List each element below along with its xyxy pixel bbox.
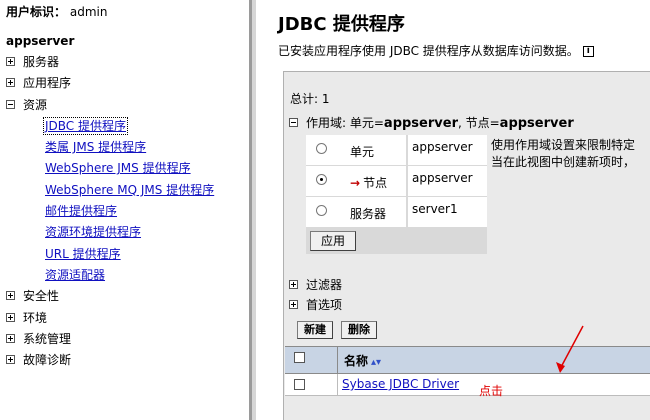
nav-tree: 服务器 应用程序 资源 JDBC 提供程序 类属 JMS 提供程序 WebSph…: [6, 52, 214, 371]
tree-item-troubleshooting[interactable]: 故障诊断: [6, 350, 214, 371]
scope-option: 服务器: [306, 197, 406, 227]
server-name: appserver: [6, 34, 75, 48]
select-all-cell: [285, 347, 338, 374]
nav-link[interactable]: WebSphere JMS 提供程序: [45, 161, 191, 175]
content-pane: JDBC 提供程序 已安装应用程序使用 JDBC 提供程序从数据库访问数据。 i …: [256, 0, 650, 420]
scope-row-node: → 节点 appserver: [306, 166, 487, 197]
nav-link[interactable]: 邮件提供程序: [45, 204, 117, 218]
expand-icon[interactable]: [289, 280, 298, 289]
tree-item-label[interactable]: 应用程序: [23, 76, 71, 90]
delete-button[interactable]: 删除: [341, 321, 377, 339]
nav-link[interactable]: WebSphere MQ JMS 提供程序: [45, 183, 214, 197]
name-column-header[interactable]: 名称 ▴▾: [344, 352, 381, 369]
scope-table: 单元 appserver →节点 appserver 服务器 server1: [306, 135, 487, 254]
scope-node: appserver: [499, 116, 574, 131]
new-button[interactable]: 新建: [297, 321, 333, 339]
select-all-checkbox[interactable]: [294, 352, 305, 363]
expand-icon[interactable]: [289, 300, 298, 309]
scope-option: 单元: [306, 135, 406, 165]
total-count: 总计: 1: [290, 92, 330, 106]
tree-item-label[interactable]: 系统管理: [23, 332, 71, 346]
scope-header[interactable]: 作用域: 单元=appserver, 节点=appserver: [289, 114, 574, 131]
tree-item-applications[interactable]: 应用程序: [6, 73, 214, 94]
tree-item-label[interactable]: 服务器: [23, 55, 59, 69]
sort-icon[interactable]: ▴▾: [371, 357, 381, 368]
apply-area: 应用: [306, 228, 487, 254]
row-select-cell: [285, 374, 338, 395]
tree-item-label[interactable]: 安全性: [23, 289, 59, 303]
scope-option-value: appserver: [408, 135, 487, 165]
tree-item-system-admin[interactable]: 系统管理: [6, 329, 214, 350]
nav-link-jdbc-providers[interactable]: JDBC 提供程序: [6, 116, 214, 137]
tree-item-label[interactable]: 故障诊断: [23, 353, 71, 367]
navigation-pane: 用户标识： admin appserver 服务器 应用程序 资源 JDBC 提…: [0, 0, 249, 420]
preferences-label[interactable]: 首选项: [306, 298, 342, 312]
expand-icon[interactable]: [6, 57, 15, 66]
tree-item-environment[interactable]: 环境: [6, 308, 214, 329]
expand-icon[interactable]: [6, 312, 15, 322]
arrow-right-icon: →: [350, 176, 361, 190]
filters-toggle[interactable]: 过滤器: [289, 276, 342, 293]
scope-row-server: 服务器 server1: [306, 197, 487, 228]
nav-link[interactable]: 资源适配器: [45, 268, 105, 282]
collapse-icon[interactable]: [289, 118, 298, 127]
filters-label[interactable]: 过滤器: [306, 278, 342, 292]
user-id-label: 用户标识：: [6, 5, 67, 19]
scope-row-cell: 单元 appserver: [306, 135, 487, 166]
scope-option-text: 节点: [363, 176, 388, 190]
page-title: JDBC 提供程序: [278, 14, 405, 35]
expand-icon[interactable]: [6, 355, 15, 365]
scope-cell: appserver: [383, 116, 458, 131]
nav-link-generic-jms[interactable]: 类属 JMS 提供程序: [6, 137, 214, 158]
user-name: admin: [69, 5, 108, 19]
expand-icon[interactable]: [6, 78, 15, 88]
tree-item-label[interactable]: 资源: [23, 98, 47, 112]
nav-link[interactable]: JDBC 提供程序: [43, 116, 128, 135]
nav-link-websphere-mq-jms[interactable]: WebSphere MQ JMS 提供程序: [6, 180, 214, 201]
annotation-label: 点击: [479, 384, 504, 398]
scope-option-value: appserver: [408, 166, 487, 196]
collection-panel: 总计: 1 作用域: 单元=appserver, 节点=appserver 单元…: [283, 71, 650, 420]
nav-link[interactable]: URL 提供程序: [45, 247, 121, 261]
scope-mid: , 节点=: [457, 116, 500, 130]
page-description: 已安装应用程序使用 JDBC 提供程序从数据库访问数据。 i: [278, 42, 594, 59]
tree-item-servers[interactable]: 服务器: [6, 52, 214, 73]
provider-link[interactable]: Sybase JDBC Driver: [342, 377, 459, 391]
nav-link[interactable]: 资源环境提供程序: [45, 225, 141, 239]
nav-link-resource-adapters[interactable]: 资源适配器: [6, 265, 214, 286]
scope-radio-node[interactable]: [316, 174, 327, 185]
scope-help-line: 使用作用域设置来限制特定: [491, 138, 636, 152]
tree-item-security[interactable]: 安全性: [6, 286, 214, 307]
table-header: 名称 ▴▾: [285, 346, 650, 374]
scope-prefix: 作用域: 单元=: [306, 116, 384, 130]
nav-link-mail-providers[interactable]: 邮件提供程序: [6, 201, 214, 222]
scope-help-text: 使用作用域设置来限制特定 当在此视图中创建新项时，: [491, 137, 635, 171]
nav-link-websphere-jms[interactable]: WebSphere JMS 提供程序: [6, 158, 214, 179]
expand-icon[interactable]: [6, 333, 15, 343]
scope-option: → 节点: [306, 166, 406, 196]
description-text: 已安装应用程序使用 JDBC 提供程序从数据库访问数据。: [278, 44, 579, 58]
name-header-label[interactable]: 名称: [344, 354, 368, 368]
nav-link-resource-env[interactable]: 资源环境提供程序: [6, 222, 214, 243]
scope-help-line: 当在此视图中创建新项时，: [491, 155, 636, 169]
nav-link-url-providers[interactable]: URL 提供程序: [6, 244, 214, 265]
scope-option-label: 服务器: [350, 207, 387, 221]
preferences-toggle[interactable]: 首选项: [289, 296, 342, 313]
apply-button[interactable]: 应用: [310, 231, 356, 251]
scope-option-label: → 节点: [350, 174, 387, 191]
expand-icon[interactable]: [6, 291, 15, 301]
scope-radio-server[interactable]: [316, 205, 327, 216]
collapse-icon[interactable]: [6, 99, 15, 109]
scope-option-value: server1: [408, 197, 487, 227]
tree-item-resources[interactable]: 资源: [6, 95, 214, 116]
nav-link[interactable]: 类属 JMS 提供程序: [45, 140, 146, 154]
tree-item-label[interactable]: 环境: [23, 311, 47, 325]
table-row: Sybase JDBC Driver: [285, 374, 650, 396]
user-id-line: 用户标识： admin: [6, 3, 107, 20]
scope-radio-cell[interactable]: [316, 143, 327, 154]
scope-option-label: 单元: [350, 145, 375, 159]
row-checkbox[interactable]: [294, 379, 305, 390]
info-icon[interactable]: i: [582, 46, 594, 57]
